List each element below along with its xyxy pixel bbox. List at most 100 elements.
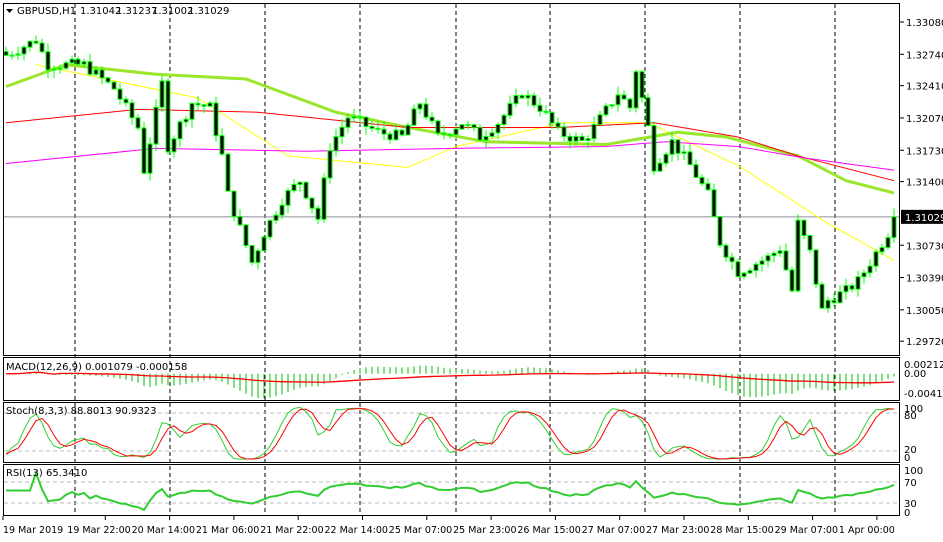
candle-body (213, 102, 219, 137)
candle-body (633, 71, 639, 109)
candle-body (309, 197, 315, 209)
candle-body (159, 80, 165, 108)
candle-body (231, 190, 237, 218)
candle-body (411, 108, 417, 126)
candle-body (879, 247, 885, 253)
ma-green-line (5, 63, 895, 195)
candle-body (753, 263, 759, 272)
candle-body (795, 219, 801, 292)
candle-body (489, 132, 495, 137)
main-panel-frame (3, 3, 900, 356)
candle-body (201, 104, 207, 107)
price-chart[interactable]: 1.33080 1.32740 1.32410 1.32070 1.31730 1.314… (0, 0, 943, 542)
candle-body (669, 139, 675, 155)
candle-body (861, 272, 867, 278)
candle-body (585, 138, 591, 141)
candle-body (417, 103, 423, 110)
candle-body (117, 88, 123, 100)
time-label: 27 Mar 23:00 (646, 525, 709, 536)
candle-body (249, 245, 255, 263)
candle-body (279, 204, 285, 216)
candle-body (813, 249, 819, 285)
candle-body (189, 102, 195, 120)
candle-body (57, 67, 63, 70)
candle-body (747, 270, 753, 274)
candle-body (465, 124, 471, 127)
price-tick-label: 1.32410 (906, 82, 943, 93)
candle-body (567, 135, 573, 142)
candle-body (681, 151, 687, 154)
candle-body (837, 291, 843, 304)
price-tick-label: 1.32740 (906, 50, 943, 61)
candle-body (237, 216, 243, 226)
candle-body (183, 118, 189, 123)
price-tick-label: 1.30050 (906, 306, 943, 317)
candle-body (45, 51, 51, 71)
candle-body (609, 104, 615, 107)
price-tick-label: 1.29720 (906, 337, 943, 348)
candle-body (513, 95, 519, 105)
candle-body (291, 184, 297, 192)
candle-body (15, 53, 21, 56)
candle-body (723, 244, 729, 258)
symbol-label: GBPUSD,H1 (17, 6, 76, 17)
candle-body (579, 136, 585, 141)
time-label: 28 Mar 15:00 (710, 525, 773, 536)
candle-body (483, 135, 489, 141)
candle-body (363, 116, 369, 128)
macd-label: MACD(12,26,9) 0.001079 -0.000158 (6, 362, 187, 373)
candle-body (771, 252, 777, 257)
candle-body (243, 224, 249, 247)
candle-body (603, 105, 609, 116)
candle-body (783, 250, 789, 271)
candle-body (699, 176, 705, 185)
time-label: 22 Mar 14:00 (325, 525, 388, 536)
candle-body (207, 102, 213, 107)
candle-body (423, 103, 429, 118)
candle-body (327, 150, 333, 179)
candle-body (459, 124, 465, 130)
candle-body (843, 285, 849, 293)
candle-body (339, 126, 345, 138)
price-tick-label: 1.33080 (906, 18, 943, 29)
stoch-tick-label: 80 (904, 411, 917, 422)
candle-body (141, 127, 147, 174)
candle-body (273, 214, 279, 221)
time-label: 25 Mar 23:00 (453, 525, 516, 536)
candle-body (9, 54, 15, 57)
candle-body (819, 283, 825, 309)
candle-body (81, 61, 87, 65)
candle-body (789, 269, 795, 292)
candle-body (123, 98, 129, 104)
candle-body (675, 139, 681, 154)
candle-body (825, 299, 831, 309)
candle-body (663, 153, 669, 164)
candle-body (111, 81, 117, 90)
candle-body (885, 237, 891, 249)
macd-tick-label: -0.004173 (904, 389, 943, 400)
candle-body (531, 94, 537, 106)
candle-body (891, 216, 897, 239)
candle-body (543, 110, 549, 113)
candle-body (153, 106, 159, 145)
candle-body (297, 181, 303, 186)
candle-body (741, 272, 747, 278)
ohlc-close: 1.31029 (188, 6, 229, 17)
candle-body (315, 207, 321, 220)
price-tick-label: 1.30730 (906, 241, 943, 252)
time-label: 25 Mar 07:00 (389, 525, 452, 536)
candle-body (429, 116, 435, 122)
candle-body (75, 58, 81, 65)
time-label: 21 Mar 22:00 (260, 525, 323, 536)
candle-body (627, 98, 633, 109)
candle-body (735, 261, 741, 278)
candle-body (615, 94, 621, 106)
time-label: 21 Mar 06:00 (196, 525, 259, 536)
time-label: 27 Mar 07:00 (582, 525, 645, 536)
candle-body (777, 250, 783, 254)
candle-body (447, 133, 453, 136)
stoch-tick-label: 0 (904, 453, 910, 464)
candle-body (855, 276, 861, 290)
candle-body (261, 236, 267, 252)
symbol-dropdown-icon[interactable] (6, 9, 13, 13)
